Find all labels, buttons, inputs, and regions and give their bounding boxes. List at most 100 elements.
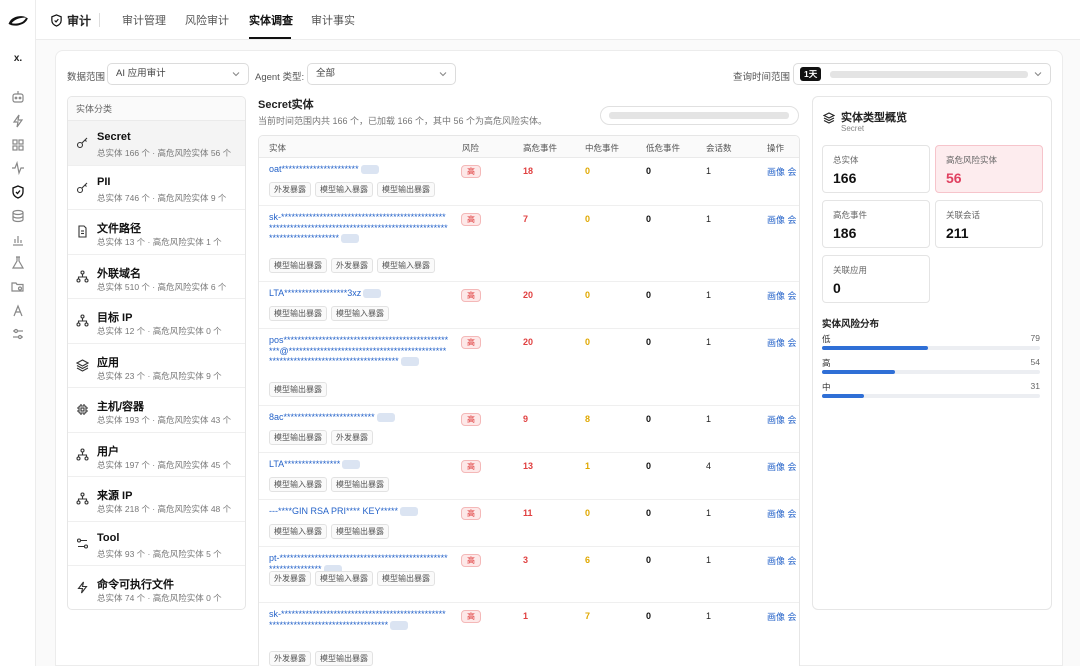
- high-event-count: 20: [523, 290, 534, 300]
- risk-level-count: 31: [1030, 381, 1040, 391]
- category-item-source-ip[interactable]: 来源 IP 总实体 218 个 · 高危风险实体 48 个: [68, 477, 245, 522]
- category-item-file-path[interactable]: 文件路径 总实体 13 个 · 高危风险实体 1 个: [68, 210, 245, 255]
- exposure-tag: 外发暴露: [269, 182, 311, 197]
- row-actions[interactable]: 画像 会: [767, 413, 797, 426]
- main-panel: 数据范围 AI 应用审计 Agent 类型: 全部 查询时间范围 1天 实体分类…: [55, 50, 1063, 666]
- row-actions[interactable]: 画像 会: [767, 610, 797, 623]
- col-low-events[interactable]: 低危事件: [646, 142, 680, 154]
- table-row[interactable]: oat********************** 外发暴露 模型输入暴露 模型输出暴…: [259, 158, 799, 206]
- mid-event-count: 0: [585, 508, 591, 518]
- exposure-tags: 模型输入暴露 模型输出暴露: [269, 477, 389, 492]
- tab-audit-facts[interactable]: 审计事实: [311, 12, 355, 28]
- session-count: 4: [706, 461, 712, 471]
- agent-type-value: 全部: [316, 68, 336, 79]
- bolt-icon[interactable]: [11, 114, 25, 128]
- low-event-count: 0: [646, 337, 652, 347]
- row-actions[interactable]: 画像 会: [767, 554, 797, 567]
- exposure-tag: 模型输出暴露: [315, 651, 373, 666]
- shield-check-icon: [51, 13, 62, 27]
- row-actions[interactable]: 画像 会: [767, 507, 797, 520]
- folder-search-icon[interactable]: [11, 280, 25, 294]
- table-row[interactable]: ---****GIN RSA PRI**** KEY***** 模型输入暴露 模型输…: [259, 500, 799, 547]
- entity-value-link[interactable]: ---****GIN RSA PRI**** KEY*****: [269, 506, 449, 517]
- time-range-label: 查询时间范围: [733, 72, 791, 83]
- table-row[interactable]: pt-*************************************…: [259, 547, 799, 603]
- pulse-icon[interactable]: [11, 161, 25, 175]
- table-row[interactable]: sk-*************************************…: [259, 603, 799, 666]
- col-risk[interactable]: 风险: [462, 142, 479, 154]
- entity-value-link[interactable]: oat**********************: [269, 164, 449, 175]
- row-actions[interactable]: 画像 会: [767, 213, 797, 226]
- category-name: 命令可执行文件: [97, 579, 174, 591]
- app-logo[interactable]: [6, 12, 30, 28]
- tab-risk-audit[interactable]: 风险审计: [185, 12, 229, 28]
- category-item-secret[interactable]: Secret 总实体 166 个 · 高危风险实体 56 个: [68, 121, 245, 166]
- grid-icon[interactable]: [11, 138, 25, 152]
- scope-select[interactable]: AI 应用审计: [107, 63, 249, 85]
- category-item-application[interactable]: 应用 总实体 23 个 · 高危风险实体 9 个: [68, 344, 245, 388]
- category-list-header: 实体分类: [68, 97, 245, 121]
- entity-value-link[interactable]: sk-*************************************…: [269, 609, 449, 630]
- redacted-text: [342, 460, 361, 470]
- redacted-search-text: [609, 112, 789, 119]
- robot-icon[interactable]: [11, 90, 25, 104]
- risk-badge: 高: [461, 165, 481, 178]
- table-row[interactable]: 8ac************************** 模型输出暴露 外发暴露 高…: [259, 406, 799, 453]
- entity-value: pos*************************************…: [269, 335, 449, 366]
- stat-related-sessions: 关联会话 211: [935, 200, 1043, 248]
- time-range-select[interactable]: 1天: [793, 63, 1051, 85]
- col-high-events[interactable]: 高危事件: [523, 142, 557, 154]
- high-event-count: 18: [523, 166, 534, 176]
- category-item-tool[interactable]: Tool 总实体 93 个 · 高危风险实体 5 个: [68, 522, 245, 566]
- category-name: 来源 IP: [97, 490, 133, 502]
- category-item-command-executable[interactable]: 命令可执行文件 总实体 74 个 · 高危风险实体 0 个: [68, 566, 245, 609]
- category-item-user[interactable]: 用户 总实体 197 个 · 高危风险实体 45 个: [68, 433, 245, 477]
- entity-value: LTA******************3xz: [269, 288, 362, 298]
- sliders-icon[interactable]: [11, 327, 25, 341]
- entity-value-link[interactable]: LTA******************3xz: [269, 288, 449, 299]
- category-item-host-container[interactable]: 主机/容器 总实体 193 个 · 高危风险实体 43 个: [68, 388, 245, 433]
- stat-label: 关联应用: [833, 265, 868, 275]
- redacted-time-range: [829, 70, 1028, 78]
- risk-badge: 高: [461, 460, 481, 473]
- table-row[interactable]: sk-*************************************…: [259, 206, 799, 282]
- tab-entity-investigation[interactable]: 实体调查: [249, 12, 293, 28]
- flask-icon[interactable]: [11, 256, 25, 270]
- row-actions[interactable]: 画像 会: [767, 165, 797, 178]
- exposure-tag: 外发暴露: [331, 430, 373, 445]
- agent-type-select[interactable]: 全部: [307, 63, 456, 85]
- col-mid-events[interactable]: 中危事件: [585, 142, 619, 154]
- row-actions[interactable]: 画像 会: [767, 460, 797, 473]
- entity-value-link[interactable]: LTA****************: [269, 459, 449, 470]
- category-item-pii[interactable]: PII 总实体 746 个 · 高危风险实体 9 个: [68, 166, 245, 210]
- low-event-count: 0: [646, 508, 652, 518]
- exposure-tag: 模型输出暴露: [331, 524, 389, 539]
- redacted-text: [360, 165, 379, 175]
- category-item-external-domain[interactable]: 外联域名 总实体 510 个 · 高危风险实体 6 个: [68, 255, 245, 299]
- low-event-count: 0: [646, 611, 652, 621]
- redacted-text: [363, 289, 382, 299]
- table-row[interactable]: LTA**************** 模型输入暴露 模型输出暴露 高 13 1 0 4 画像 …: [259, 453, 799, 500]
- workspace-badge[interactable]: x.: [9, 51, 27, 67]
- table-row[interactable]: pos*************************************…: [259, 329, 799, 406]
- database-icon[interactable]: [11, 209, 25, 223]
- row-actions[interactable]: 画像 会: [767, 336, 797, 349]
- entity-value-link[interactable]: 8ac**************************: [269, 412, 449, 423]
- brand[interactable]: 审计: [50, 11, 91, 29]
- exposure-tags: 模型输出暴露 模型输入暴露: [269, 306, 389, 321]
- entity-value-link[interactable]: sk-*************************************…: [269, 212, 449, 244]
- category-summary: 总实体 74 个 · 高危风险实体 0 个: [97, 593, 222, 603]
- mid-event-count: 8: [585, 414, 591, 424]
- entity-search-input[interactable]: [600, 106, 799, 125]
- row-actions[interactable]: 画像 会: [767, 289, 797, 302]
- tab-audit-management[interactable]: 审计管理: [122, 12, 166, 28]
- table-row[interactable]: LTA******************3xz 模型输出暴露 模型输入暴露 高 20 0…: [259, 282, 799, 329]
- bar-chart-icon[interactable]: [11, 233, 25, 247]
- category-item-target-ip[interactable]: 目标 IP 总实体 12 个 · 高危风险实体 0 个: [68, 299, 245, 344]
- key-icon: [76, 136, 89, 149]
- activity-icon[interactable]: [11, 304, 25, 318]
- col-sessions[interactable]: 会话数: [706, 142, 732, 154]
- col-entity[interactable]: 实体: [269, 142, 286, 154]
- entity-value-link[interactable]: pos*************************************…: [269, 335, 449, 367]
- shield-check-icon[interactable]: [11, 185, 25, 199]
